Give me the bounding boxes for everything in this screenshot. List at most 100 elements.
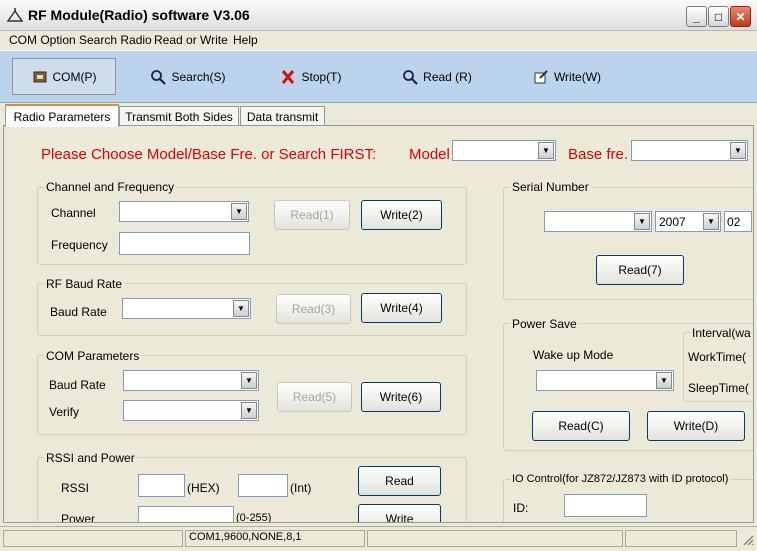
magnifier-icon bbox=[151, 69, 167, 85]
com-button-label: COM(P) bbox=[52, 69, 97, 84]
search-button-label: Search(S) bbox=[171, 69, 226, 84]
radio-parameters-panel: Please Choose Model/Base Fre. or Search … bbox=[3, 125, 754, 523]
stop-button[interactable]: Stop(T) bbox=[275, 58, 347, 95]
chevron-down-icon: ▼ bbox=[231, 203, 247, 220]
close-icon: ✕ bbox=[735, 9, 746, 24]
com-write-button[interactable]: Write(6) bbox=[361, 382, 441, 412]
serial-year-select[interactable]: 2007 ▼ bbox=[655, 211, 721, 232]
button-label: Read(7) bbox=[618, 263, 662, 277]
menu-search-radio[interactable]: Search Radio bbox=[79, 33, 152, 47]
rssi-int-input[interactable] bbox=[238, 474, 288, 497]
io-control-title: IO Control(for JZ872/JZ873 with ID proto… bbox=[510, 473, 731, 485]
app-icon bbox=[6, 8, 24, 22]
menu-read-or-write[interactable]: Read or Write bbox=[154, 33, 228, 47]
rf-baud-select[interactable]: ▼ bbox=[122, 298, 251, 319]
serial-read-button[interactable]: Read(7) bbox=[596, 255, 684, 285]
serial-prefix-select[interactable]: ▼ bbox=[544, 211, 652, 232]
maximize-button[interactable]: □ bbox=[708, 6, 729, 27]
model-select[interactable]: ▼ bbox=[452, 140, 556, 161]
status-pane-1 bbox=[3, 530, 183, 547]
com-port-icon bbox=[33, 71, 46, 82]
wakeup-label: Wake up Mode bbox=[533, 348, 614, 362]
button-label: Write(2) bbox=[380, 208, 423, 222]
tab-label: Radio Parameters bbox=[13, 109, 111, 124]
button-label: Read(1) bbox=[290, 208, 334, 222]
tab-transmit-both-sides[interactable]: Transmit Both Sides bbox=[119, 106, 239, 126]
title-bar: RF Module(Radio) software V3.06 _ □ ✕ bbox=[0, 0, 757, 31]
channel-select[interactable]: ▼ bbox=[119, 201, 249, 222]
int-label: (Int) bbox=[290, 481, 312, 495]
tab-label: Transmit Both Sides bbox=[125, 109, 233, 124]
chevron-down-icon: ▼ bbox=[656, 372, 672, 389]
rf-baud-read-button[interactable]: Read(3) bbox=[276, 294, 351, 324]
wakeup-select[interactable]: ▼ bbox=[536, 370, 674, 391]
hex-label: (HEX) bbox=[187, 481, 220, 495]
base-fre-label: Base fre. bbox=[568, 146, 629, 163]
rssi-read-button[interactable]: Read bbox=[358, 466, 441, 496]
frequency-input[interactable] bbox=[119, 232, 250, 255]
chevron-down-icon: ▼ bbox=[634, 213, 650, 230]
channel-read-button[interactable]: Read(1) bbox=[274, 200, 350, 230]
serial-month-input[interactable]: 02 bbox=[724, 211, 752, 232]
rssi-hex-input[interactable] bbox=[138, 474, 185, 497]
sleeptime-label: SleepTime( bbox=[688, 381, 749, 395]
chevron-down-icon: ▼ bbox=[703, 213, 719, 230]
rf-baud-rate-title: RF Baud Rate bbox=[44, 277, 125, 291]
com-read-button[interactable]: Read(5) bbox=[277, 382, 352, 412]
power-save-title: Power Save bbox=[510, 317, 579, 331]
write-button-label: Write(W) bbox=[553, 69, 602, 84]
chevron-down-icon: ▼ bbox=[730, 142, 746, 159]
interval-title: Interval(wa bbox=[690, 326, 753, 340]
power-save-read-button[interactable]: Read(C) bbox=[532, 411, 630, 441]
write-icon bbox=[534, 69, 548, 83]
menu-bar: COM Option Search Radio Read or Write He… bbox=[0, 31, 757, 49]
com-baud-select[interactable]: ▼ bbox=[123, 370, 259, 391]
button-label: Write(6) bbox=[379, 390, 423, 404]
channel-write-button[interactable]: Write(2) bbox=[361, 200, 442, 230]
base-fre-select[interactable]: ▼ bbox=[631, 140, 748, 161]
resize-grip-icon[interactable] bbox=[739, 531, 755, 548]
rssi-power-title: RSSI and Power bbox=[44, 451, 137, 465]
write-button[interactable]: Write(W) bbox=[529, 58, 605, 95]
minimize-button[interactable]: _ bbox=[686, 6, 707, 27]
close-button[interactable]: ✕ bbox=[730, 6, 751, 27]
menu-help[interactable]: Help bbox=[233, 33, 258, 47]
search-button[interactable]: Search(S) bbox=[143, 58, 233, 95]
hint-text: Please Choose Model/Base Fre. or Search … bbox=[41, 146, 377, 163]
month-value: 02 bbox=[727, 215, 741, 229]
read-button[interactable]: Read (R) bbox=[397, 58, 477, 95]
verify-select[interactable]: ▼ bbox=[123, 400, 259, 421]
window-title: RF Module(Radio) software V3.06 bbox=[28, 7, 250, 23]
id-input[interactable] bbox=[564, 494, 647, 517]
button-label: Write(4) bbox=[380, 301, 423, 315]
power-save-write-button[interactable]: Write(D) bbox=[647, 411, 745, 441]
tab-radio-parameters[interactable]: Radio Parameters bbox=[5, 104, 119, 127]
button-label: Read(5) bbox=[292, 390, 337, 404]
button-label: Write bbox=[385, 512, 414, 523]
power-input[interactable] bbox=[138, 506, 234, 522]
power-write-button[interactable]: Write bbox=[358, 504, 441, 523]
magnifier-icon bbox=[403, 69, 418, 85]
com-baud-label: Baud Rate bbox=[49, 378, 106, 392]
range-label: (0-255) bbox=[236, 512, 272, 523]
button-label: Read bbox=[385, 474, 414, 488]
worktime-label: WorkTime( bbox=[688, 350, 746, 364]
verify-label: Verify bbox=[49, 405, 80, 419]
minimize-icon: _ bbox=[693, 9, 700, 24]
power-label: Power bbox=[61, 512, 96, 523]
chevron-down-icon: ▼ bbox=[233, 300, 249, 317]
serial-number-title: Serial Number bbox=[510, 180, 591, 194]
status-bar: COM1,9600,NONE,8,1 bbox=[0, 526, 757, 550]
read-button-label: Read (R) bbox=[423, 69, 472, 84]
channel-label: Channel bbox=[51, 206, 96, 220]
channel-frequency-title: Channel and Frequency bbox=[44, 180, 177, 194]
tab-data-transmit[interactable]: Data transmit bbox=[240, 106, 325, 126]
com-button[interactable]: COM(P) bbox=[12, 58, 116, 95]
maximize-icon: □ bbox=[714, 9, 723, 24]
rf-baud-label: Baud Rate bbox=[50, 305, 107, 319]
button-label: Read(3) bbox=[291, 302, 336, 316]
rf-baud-write-button[interactable]: Write(4) bbox=[361, 293, 442, 323]
menu-com-option[interactable]: COM Option bbox=[9, 33, 76, 47]
toolbar: COM(P) Search(S) Stop(T) Read (R) Write(… bbox=[0, 50, 757, 103]
stop-button-label: Stop(T) bbox=[301, 69, 342, 84]
